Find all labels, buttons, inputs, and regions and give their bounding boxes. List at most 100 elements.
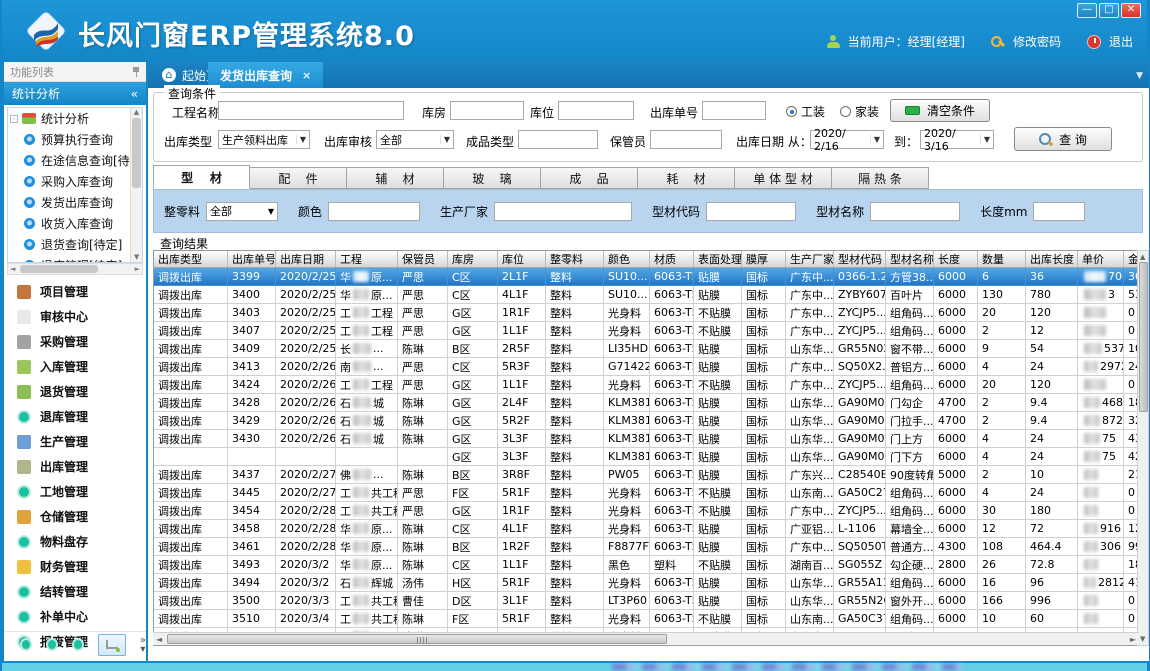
grid-row-5[interactable]: 调拨出库34132020/2/26南...严思C区5R3F整料G71422606… — [154, 358, 1138, 376]
sidebar-item-1[interactable]: 审核中心 — [4, 304, 146, 329]
project-name-input[interactable] — [218, 101, 404, 120]
grid-col-10[interactable]: 表面处理 — [694, 251, 742, 267]
tree-item-6[interactable]: 退库管理[待定] — [8, 255, 130, 263]
tree-item-1[interactable]: 在途信息查询[待 — [8, 150, 130, 171]
toolbar-circle-icon[interactable] — [20, 638, 32, 651]
tree-item-5[interactable]: 退货查询[待定] — [8, 234, 130, 255]
grid-row-8[interactable]: 调拨出库34292020/2/26石城陈琳G区5R2F整料KLM38176063… — [154, 412, 1138, 430]
tab-outbound-query[interactable]: 发货出库查询 × — [208, 62, 323, 88]
grid-col-2[interactable]: 出库日期 — [276, 251, 336, 267]
grid-row-12[interactable]: 调拨出库34452020/2/27工共工程严思F区5R1F整料光身料6063-T… — [154, 484, 1138, 502]
sidebar-item-10[interactable]: 物料盘存 — [4, 529, 146, 554]
pin-icon[interactable] — [132, 67, 140, 77]
tree-hscrollbar[interactable]: ◄► — [7, 263, 143, 275]
grid-col-4[interactable]: 保管员 — [398, 251, 448, 267]
grid-row-7[interactable]: 调拨出库34282020/2/26石城陈琳G区2L4F整料KLM38176063… — [154, 394, 1138, 412]
minimize-button[interactable]: — — [1077, 3, 1097, 18]
search-button[interactable]: 查 询 — [1014, 127, 1112, 151]
maker-input[interactable] — [494, 202, 632, 221]
grid-col-15[interactable]: 长度 — [934, 251, 978, 267]
tree-root[interactable]: -统计分析 — [8, 108, 130, 129]
grid-col-9[interactable]: 材质 — [650, 251, 694, 267]
audit-select[interactable]: 全部▼ — [376, 130, 454, 149]
grid-col-11[interactable]: 膜厚 — [742, 251, 786, 267]
grid-row-6[interactable]: 调拨出库34242020/2/26工工程严思G区1L1F整料光身料6063-T5… — [154, 376, 1138, 394]
grid-hscrollbar[interactable]: ◄► — [153, 632, 1139, 645]
sidebar-item-2[interactable]: 采购管理 — [4, 329, 146, 354]
sidebar-item-9[interactable]: 仓储管理 — [4, 504, 146, 529]
radio-home[interactable]: 家装 — [840, 103, 879, 120]
material-tab-7[interactable]: 隔 热 条 — [832, 167, 929, 189]
toolbar-circle-icon[interactable] — [46, 638, 58, 651]
sidebar-item-3[interactable]: 入库管理 — [4, 354, 146, 379]
grid-row-16[interactable]: 调拨出库34932020/3/2华原...陈琳C区1L1F整料黑色塑料不贴膜国标… — [154, 556, 1138, 574]
whole-select[interactable]: 全部▼ — [206, 202, 278, 221]
grid-vscrollbar[interactable]: ▲▼ — [1137, 250, 1149, 646]
grid-row-9[interactable]: 调拨出库34302020/2/26石城陈琳G区3L3F整料KLM38176063… — [154, 430, 1138, 448]
material-tab-6[interactable]: 单 体 型 材 — [735, 167, 832, 189]
name-input[interactable] — [870, 202, 960, 221]
material-tab-1[interactable]: 配 件 — [250, 167, 347, 189]
radio-industrial[interactable]: 工装 — [786, 103, 825, 120]
tree-item-2[interactable]: 采购入库查询 — [8, 171, 130, 192]
clear-button[interactable]: 清空条件 — [890, 99, 990, 122]
section-header-stat-analysis[interactable]: 统计分析 « — [4, 82, 146, 105]
material-tab-3[interactable]: 玻 璃 — [444, 167, 541, 189]
logout-link[interactable]: 退出 — [1109, 33, 1133, 50]
grid-col-13[interactable]: 型材代码 — [834, 251, 886, 267]
code-input[interactable] — [706, 202, 796, 221]
grid-col-8[interactable]: 颜色 — [604, 251, 650, 267]
toolbar-circle-icon[interactable] — [72, 638, 84, 651]
sidebar-item-11[interactable]: 财务管理 — [4, 554, 146, 579]
sidebar-item-5[interactable]: 退库管理 — [4, 404, 146, 429]
material-tab-0[interactable]: 型 材 — [153, 165, 250, 189]
material-tab-2[interactable]: 辅 材 — [347, 167, 444, 189]
grid-col-14[interactable]: 型材名称 — [886, 251, 934, 267]
grid-col-0[interactable]: 出库类型 — [154, 251, 228, 267]
location-input[interactable] — [558, 101, 634, 120]
grid-row-2[interactable]: 调拨出库34032020/2/25工工程严思G区1R1F整料光身料6063-T5… — [154, 304, 1138, 322]
grid-row-11[interactable]: 调拨出库34372020/2/27佛...陈琳B区3R8F整料PW056063-… — [154, 466, 1138, 484]
sidebar-item-8[interactable]: 工地管理 — [4, 479, 146, 504]
warehouse-input[interactable] — [450, 101, 524, 120]
grid-col-3[interactable]: 工程 — [336, 251, 398, 267]
grid-col-18[interactable]: 单价 — [1078, 251, 1124, 267]
sidebar-item-7[interactable]: 出库管理 — [4, 454, 146, 479]
grid-col-5[interactable]: 库房 — [448, 251, 498, 267]
grid-row-1[interactable]: 调拨出库34002020/2/25华原...严思C区4L1F整料SU10...6… — [154, 286, 1138, 304]
grid-row-18[interactable]: 调拨出库35002020/3/3工共工程曹佳D区3L1F整料LT3P606063… — [154, 592, 1138, 610]
tree-item-0[interactable]: 预算执行查询 — [8, 129, 130, 150]
tree-item-3[interactable]: 发货出库查询 — [8, 192, 130, 213]
grid-row-14[interactable]: 调拨出库34582020/2/28华原...陈琳C区4L1F整料光身料6063-… — [154, 520, 1138, 538]
order-no-input[interactable] — [702, 101, 766, 120]
date-to-select[interactable]: 2020/ 3/16▼ — [920, 130, 994, 149]
grid-col-17[interactable]: 出库长度 — [1026, 251, 1078, 267]
color-input[interactable] — [328, 202, 420, 221]
close-button[interactable]: ✕ — [1121, 3, 1141, 18]
sidebar-item-13[interactable]: 补单中心 — [4, 604, 146, 629]
sidebar-item-0[interactable]: 项目管理 — [4, 279, 146, 304]
grid-row-13[interactable]: 调拨出库34542020/2/28工共工程严思G区1R1F整料光身料6063-T… — [154, 502, 1138, 520]
product-type-input[interactable] — [518, 130, 598, 149]
sidebar-item-6[interactable]: 生产管理 — [4, 429, 146, 454]
grid-col-7[interactable]: 整零料 — [546, 251, 604, 267]
material-tab-4[interactable]: 成 品 — [541, 167, 638, 189]
grid-row-17[interactable]: 调拨出库34942020/3/2石辉城汤伟H区5R1F整料光身料6063-T5贴… — [154, 574, 1138, 592]
grid-row-19[interactable]: 调拨出库35102020/3/4工共工程陈琳F区5R1F整料光身料6063-T5… — [154, 610, 1138, 628]
date-from-select[interactable]: 2020/ 2/16▼ — [810, 130, 884, 149]
toolbar-cart-button[interactable] — [98, 634, 125, 656]
maximize-button[interactable]: □ — [1099, 3, 1119, 18]
tree-item-4[interactable]: 收货入库查询 — [8, 213, 130, 234]
grid-col-16[interactable]: 数量 — [978, 251, 1026, 267]
change-password-link[interactable]: 修改密码 — [1013, 33, 1061, 50]
grid-col-12[interactable]: 生产厂家 — [786, 251, 834, 267]
outbound-type-select[interactable]: 生产领料出库▼ — [218, 130, 310, 149]
grid-row-10[interactable]: G区3L3F整料KLM38176063-T5贴膜国标山东华...GA90M09.… — [154, 448, 1138, 466]
tabbar-caret-icon[interactable]: ▼ — [1136, 71, 1143, 81]
material-tab-5[interactable]: 耗 材 — [638, 167, 735, 189]
grid-row-4[interactable]: 调拨出库34092020/2/25长...陈琳B区2R5F整料LI35HD606… — [154, 340, 1138, 358]
grid-col-6[interactable]: 库位 — [498, 251, 546, 267]
grid-row-3[interactable]: 调拨出库34072020/2/25工工程严思G区1L1F整料光身料6063-T5… — [154, 322, 1138, 340]
tab-close-icon[interactable]: × — [302, 69, 311, 82]
sidebar-item-12[interactable]: 结转管理 — [4, 579, 146, 604]
